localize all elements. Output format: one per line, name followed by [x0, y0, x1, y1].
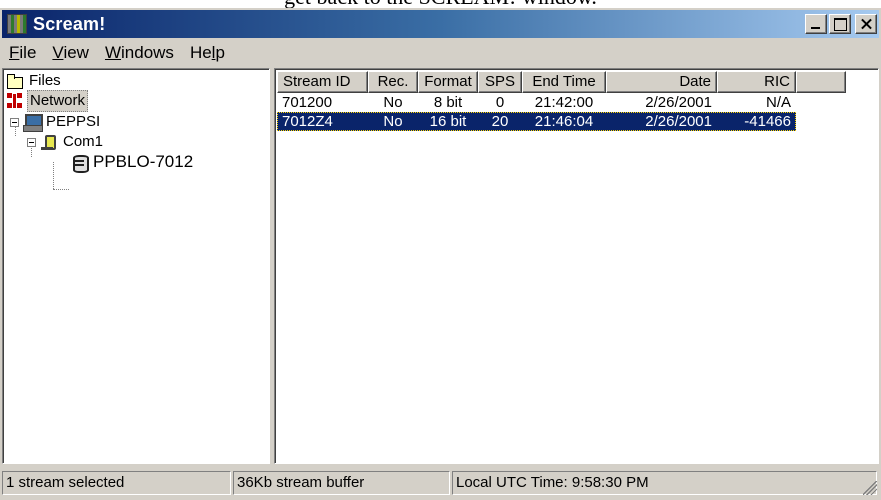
tree-item-ppblo-7012[interactable]: PPBLO-7012: [70, 152, 195, 173]
cell-sps: 20: [491, 113, 509, 130]
collapse-toggle-icon[interactable]: [10, 117, 19, 127]
title-bar[interactable]: Scream!: [2, 10, 879, 38]
column-header-sps[interactable]: SPS: [478, 71, 522, 93]
document-caption: get back to the SCREAM! window.: [0, 0, 881, 8]
cell-end-time: 21:42:00: [534, 94, 594, 111]
minimize-button[interactable]: [805, 14, 827, 34]
cell-stream-id: 701200: [282, 94, 333, 111]
close-button[interactable]: [855, 14, 877, 34]
column-header-date[interactable]: Date: [606, 71, 717, 93]
column-header-rec[interactable]: Rec.: [368, 71, 418, 93]
cell-ric: N/A: [765, 94, 791, 111]
tree-item-com1[interactable]: Com1: [27, 132, 105, 152]
menu-view[interactable]: View: [45, 40, 98, 66]
column-header-ric[interactable]: RIC: [717, 71, 796, 93]
status-selection: 1 stream selected: [2, 471, 231, 495]
computer-icon: [23, 113, 43, 132]
column-header-stream-id[interactable]: Stream ID: [277, 71, 368, 93]
maximize-button[interactable]: [829, 14, 851, 34]
scream-window: Scream! File View Windows Help Files Net…: [0, 8, 881, 500]
tree-item-peppsi[interactable]: PEPPSI: [10, 112, 102, 132]
collapse-toggle-icon[interactable]: [27, 137, 36, 147]
list-header: Stream ID Rec. Format SPS End Time Date …: [277, 71, 846, 93]
cell-stream-id: 7012Z4: [282, 113, 333, 130]
scream-app-icon[interactable]: [7, 14, 27, 34]
cell-date: 2/26/2001: [645, 113, 712, 130]
status-buffer: 36Kb stream buffer: [233, 471, 450, 495]
cell-end-time: 21:46:04: [534, 113, 594, 130]
tree-item-files[interactable]: Files: [6, 71, 63, 91]
window-controls: [805, 14, 877, 34]
cell-format: 16 bit: [429, 113, 467, 130]
menu-bar: File View Windows Help: [2, 40, 879, 66]
cell-ric: -41466: [744, 113, 791, 130]
tree-connector: [53, 189, 69, 190]
cell-date: 2/26/2001: [645, 94, 712, 111]
cell-sps: 0: [495, 94, 505, 111]
table-row-selected[interactable]: 7012Z4 No 16 bit 20 21:46:04 2/26/2001 -…: [277, 112, 796, 131]
tree-item-network[interactable]: Network: [6, 90, 89, 112]
main-content: Files Network PEPPSI Com1 PPBLO-7012 Str…: [2, 68, 879, 464]
window-title: Scream!: [33, 13, 106, 34]
network-icon: [6, 92, 24, 110]
folder-icon: [6, 72, 24, 90]
menu-help[interactable]: Help: [183, 40, 234, 66]
column-header-end-time[interactable]: End Time: [522, 71, 606, 93]
status-utc-time: Local UTC Time: 9:58:30 PM: [452, 471, 877, 495]
menu-file[interactable]: File: [2, 40, 45, 66]
column-header-filler: [796, 71, 846, 93]
list-body: 701200 No 8 bit 0 21:42:00 2/26/2001 N/A…: [277, 93, 796, 131]
status-bar: 1 stream selected 36Kb stream buffer Loc…: [2, 471, 879, 497]
cell-rec: No: [383, 113, 403, 130]
resize-grip-icon[interactable]: [863, 481, 877, 495]
stream-list-pane[interactable]: Stream ID Rec. Format SPS End Time Date …: [274, 68, 879, 464]
serial-port-icon: [40, 133, 58, 151]
cell-rec: No: [383, 94, 403, 111]
menu-windows[interactable]: Windows: [98, 40, 183, 66]
tree-pane[interactable]: Files Network PEPPSI Com1 PPBLO-7012: [2, 68, 270, 464]
tree-connector: [53, 162, 54, 189]
cell-format: 8 bit: [433, 94, 463, 111]
table-row[interactable]: 701200 No 8 bit 0 21:42:00 2/26/2001 N/A: [277, 93, 796, 112]
column-header-format[interactable]: Format: [418, 71, 478, 93]
database-icon: [70, 153, 89, 173]
